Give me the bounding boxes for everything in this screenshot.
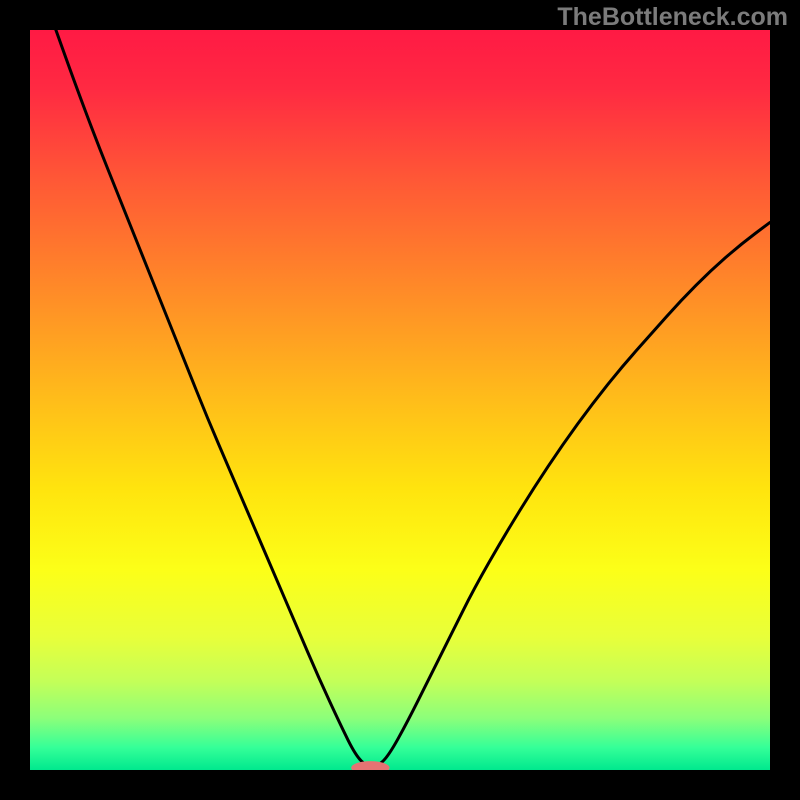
chart-container: TheBottleneck.com (0, 0, 800, 800)
watermark-text: TheBottleneck.com (557, 3, 788, 32)
frame-bottom (0, 770, 800, 800)
frame-right (770, 0, 800, 800)
bottleneck-chart (0, 0, 800, 800)
plot-background (30, 30, 770, 770)
frame-left (0, 0, 30, 800)
